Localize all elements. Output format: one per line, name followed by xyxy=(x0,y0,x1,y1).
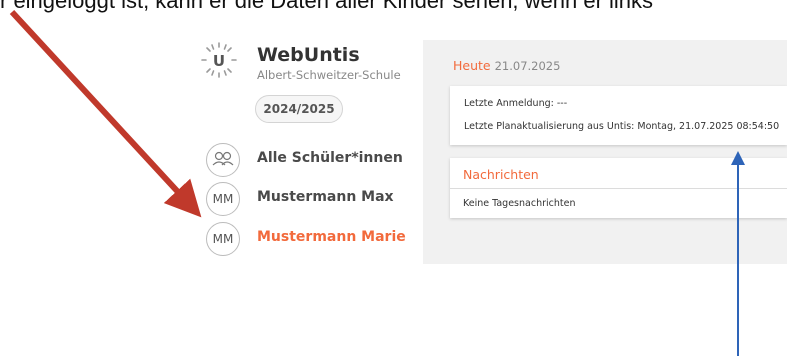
annotation-overlay xyxy=(9,9,745,356)
red-arrow xyxy=(9,9,202,218)
